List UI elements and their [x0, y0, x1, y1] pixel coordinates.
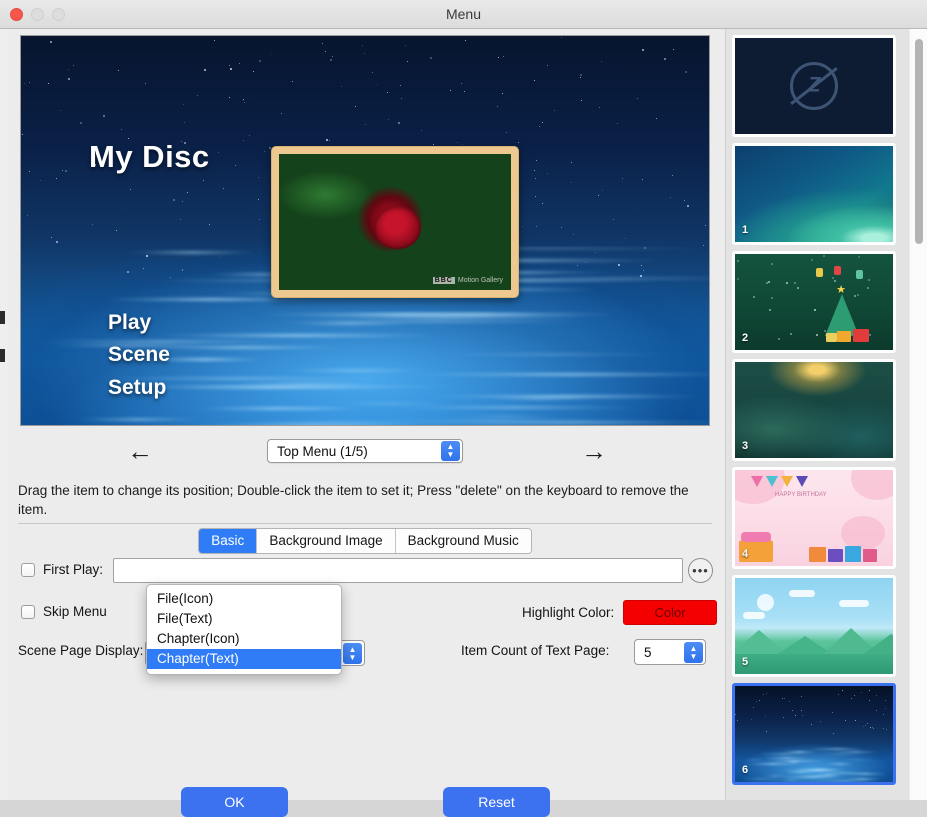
- first-play-label: First Play:: [43, 562, 103, 577]
- reset-button[interactable]: Reset: [443, 787, 550, 817]
- dropdown-option-chapter-text[interactable]: Chapter(Text): [147, 649, 341, 669]
- template-thumbnail-5: [735, 578, 893, 674]
- dropdown-option-chapter-icon[interactable]: Chapter(Icon): [147, 629, 341, 649]
- preview-menu-item-setup[interactable]: Setup: [108, 376, 166, 400]
- window-title: Menu: [0, 6, 927, 22]
- template-item-5[interactable]: 5: [732, 575, 896, 677]
- moon-icon: [757, 594, 774, 611]
- preview-background: My Disc Play Scene Setup BBC Motion Gall…: [21, 36, 709, 425]
- menu-preview[interactable]: My Disc Play Scene Setup BBC Motion Gall…: [20, 35, 710, 426]
- tab-basic[interactable]: Basic: [199, 529, 257, 553]
- preview-video-thumbnail[interactable]: BBC Motion Gallery: [271, 146, 519, 298]
- template-item-no-menu[interactable]: Z: [732, 35, 896, 137]
- ornament-icon: [834, 266, 841, 275]
- template-thumbnail-2: ★: [735, 254, 893, 350]
- scene-page-display-stepper[interactable]: ▲ ▼: [343, 643, 362, 664]
- first-play-input[interactable]: [113, 558, 683, 583]
- ornament-icon: [816, 268, 823, 277]
- first-play-row: First Play:: [21, 562, 103, 577]
- template-number: 5: [742, 656, 748, 668]
- template-item-1[interactable]: 1: [732, 143, 896, 245]
- item-count-stepper[interactable]: ▲ ▼: [684, 642, 703, 663]
- template-scrollbar[interactable]: [909, 29, 927, 800]
- gift-icon: [809, 547, 826, 562]
- skip-menu-label: Skip Menu: [43, 604, 107, 619]
- menu-page-stepper[interactable]: ▲ ▼: [441, 441, 460, 461]
- instruction-text: Drag the item to change its position; Do…: [18, 481, 708, 519]
- tab-background-music[interactable]: Background Music: [396, 529, 531, 553]
- happy-birthday-text: HAPPY BIRTHDAY: [775, 492, 827, 498]
- preview-menu-item-play[interactable]: Play: [108, 311, 151, 335]
- menu-dialog-window: Menu My Disc Play Scene Setup BBC Motion…: [0, 0, 927, 800]
- menu-page-navigation: ← Top Menu (1/5) ▲ ▼ →: [20, 434, 710, 468]
- next-page-arrow[interactable]: →: [581, 438, 607, 464]
- ok-button[interactable]: OK: [181, 787, 288, 817]
- template-item-6[interactable]: 6: [732, 683, 896, 785]
- stepper-down-icon: ▼: [690, 653, 698, 661]
- scene-page-display-dropdown[interactable]: File(Icon) File(Text) Chapter(Icon) Chap…: [146, 584, 342, 675]
- template-thumbnail-1: [735, 146, 893, 242]
- gift-icon: [863, 549, 877, 562]
- dialog-body: My Disc Play Scene Setup BBC Motion Gall…: [0, 29, 927, 800]
- title-bar: Menu: [0, 0, 927, 29]
- template-thumbnail-6: [735, 686, 893, 782]
- menu-page-select-value: Top Menu (1/5): [268, 444, 368, 459]
- watermark-text: Motion Gallery: [458, 277, 503, 284]
- template-panel: Z 1 ★: [725, 29, 927, 800]
- menu-page-select[interactable]: Top Menu (1/5) ▲ ▼: [267, 439, 463, 463]
- highlight-color-label: Highlight Color:: [522, 605, 614, 620]
- template-thumbnail-4: HAPPY BIRTHDAY: [735, 470, 893, 566]
- template-number: 6: [742, 764, 748, 776]
- tab-background-image[interactable]: Background Image: [257, 529, 395, 553]
- skip-menu-checkbox[interactable]: [21, 605, 35, 619]
- template-item-4[interactable]: HAPPY BIRTHDAY 4: [732, 467, 896, 569]
- skip-menu-row: Skip Menu: [21, 604, 107, 619]
- template-number: 4: [742, 548, 748, 560]
- first-play-checkbox[interactable]: [21, 563, 35, 577]
- gift-icon: [826, 333, 837, 342]
- template-number: 1: [742, 224, 748, 236]
- highlight-color-button[interactable]: Color: [623, 600, 717, 625]
- watermark-brand: BBC: [433, 277, 455, 284]
- gift-icon: [853, 329, 869, 342]
- template-list[interactable]: Z 1 ★: [726, 29, 909, 800]
- no-menu-thumbnail: Z: [735, 38, 893, 134]
- template-number: 3: [742, 440, 748, 452]
- template-scrollbar-thumb[interactable]: [915, 39, 923, 244]
- stepper-down-icon: ▼: [349, 654, 357, 662]
- scene-page-display-label: Scene Page Display:: [18, 643, 143, 658]
- gift-icon: [828, 549, 843, 562]
- item-count-select[interactable]: 5 ▲ ▼: [634, 639, 706, 665]
- preview-menu-item-scene[interactable]: Scene: [108, 343, 170, 367]
- item-count-label: Item Count of Text Page:: [461, 643, 609, 658]
- gift-icon: [837, 331, 851, 342]
- template-number: 2: [742, 332, 748, 344]
- template-thumbnail-3: [735, 362, 893, 458]
- dropdown-option-file-text[interactable]: File(Text): [147, 609, 341, 629]
- ornament-icon: [856, 270, 863, 279]
- star-icon: ★: [836, 283, 846, 296]
- template-item-3[interactable]: 3: [732, 359, 896, 461]
- rose-image: BBC Motion Gallery: [279, 154, 511, 290]
- settings-tabbar: Basic Background Image Background Music: [18, 523, 712, 555]
- video-watermark: BBC Motion Gallery: [433, 277, 503, 284]
- rose-bloom-shape: [374, 206, 420, 250]
- party-flag-icon: [781, 476, 793, 487]
- item-count-value: 5: [635, 645, 652, 660]
- stepper-down-icon: ▼: [447, 451, 455, 459]
- background-window-sliver: [0, 29, 8, 800]
- disc-title-text[interactable]: My Disc: [89, 139, 210, 175]
- party-flag-icon: [766, 476, 778, 487]
- dropdown-option-file-icon[interactable]: File(Icon): [147, 589, 341, 609]
- party-flag-icon: [796, 476, 808, 487]
- browse-file-button[interactable]: •••: [688, 558, 713, 583]
- template-item-2[interactable]: ★ 2: [732, 251, 896, 353]
- previous-page-arrow[interactable]: ←: [127, 438, 153, 464]
- party-flag-icon: [751, 476, 763, 487]
- gift-icon: [845, 546, 861, 562]
